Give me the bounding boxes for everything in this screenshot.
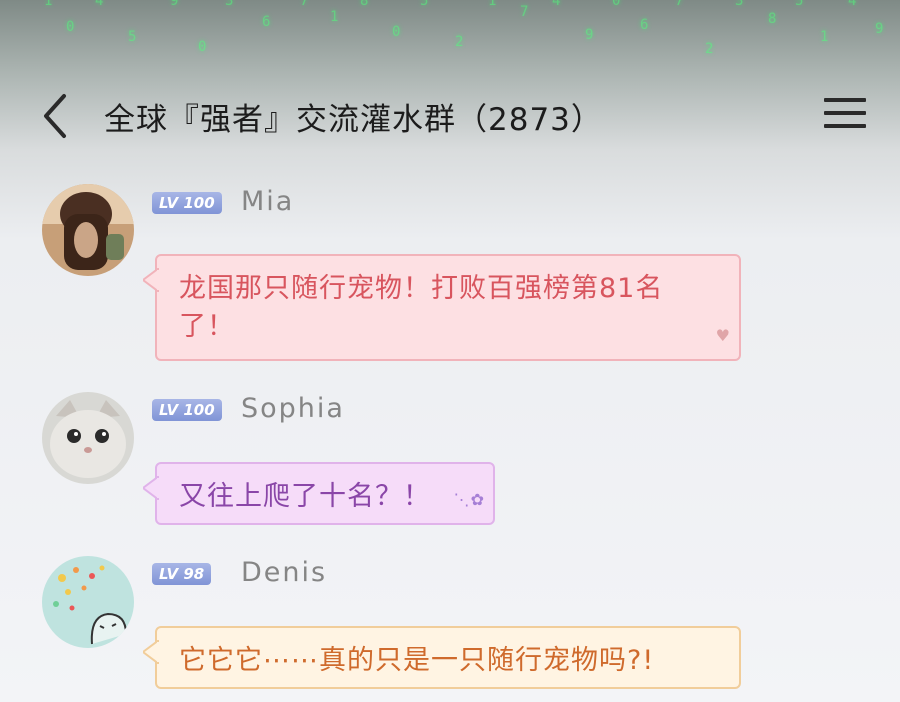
heart-icon: ♥ xyxy=(715,326,731,345)
hamburger-menu-icon xyxy=(824,98,866,128)
chevron-left-icon xyxy=(44,94,66,138)
group-title: 全球『强者』交流灌水群（2873） xyxy=(104,102,603,138)
avatar-image xyxy=(42,556,134,648)
avatar-mia[interactable] xyxy=(42,184,134,276)
butterfly-icon: ⋱✿ xyxy=(453,490,485,509)
avatar-denis[interactable] xyxy=(42,556,134,648)
back-button[interactable] xyxy=(38,92,74,140)
menu-button[interactable] xyxy=(824,98,866,134)
bubble-tail xyxy=(143,268,159,292)
message-text: 它它它⋯⋯真的只是一只随行宠物吗?! xyxy=(179,645,655,676)
sender-name[interactable]: Denis xyxy=(241,557,327,588)
level-badge: LV 98 xyxy=(152,563,212,585)
message-bubble[interactable]: 龙国那只随行宠物！打败百强榜第81名了！ ♥ xyxy=(143,254,741,361)
chat-header: 全球『强者』交流灌水群（2873） xyxy=(0,0,900,165)
avatar-sophia[interactable] xyxy=(42,392,134,484)
sender-name[interactable]: Mia xyxy=(241,186,294,217)
sender-name[interactable]: Sophia xyxy=(241,393,345,424)
level-badge: LV 100 xyxy=(152,399,222,421)
level-badge: LV 100 xyxy=(152,192,222,214)
message-bubble[interactable]: 它它它⋯⋯真的只是一只随行宠物吗?! xyxy=(143,626,741,689)
message-text: 龙国那只随行宠物！打败百强榜第81名了！ xyxy=(179,273,664,342)
avatar-image xyxy=(42,184,134,276)
bubble-tail xyxy=(143,640,159,664)
bubble-tail xyxy=(143,476,159,500)
message-text: 又往上爬了十名？！ xyxy=(179,481,431,512)
avatar-image xyxy=(42,392,134,484)
message-bubble[interactable]: 又往上爬了十名？！ ⋱✿ xyxy=(143,462,495,525)
